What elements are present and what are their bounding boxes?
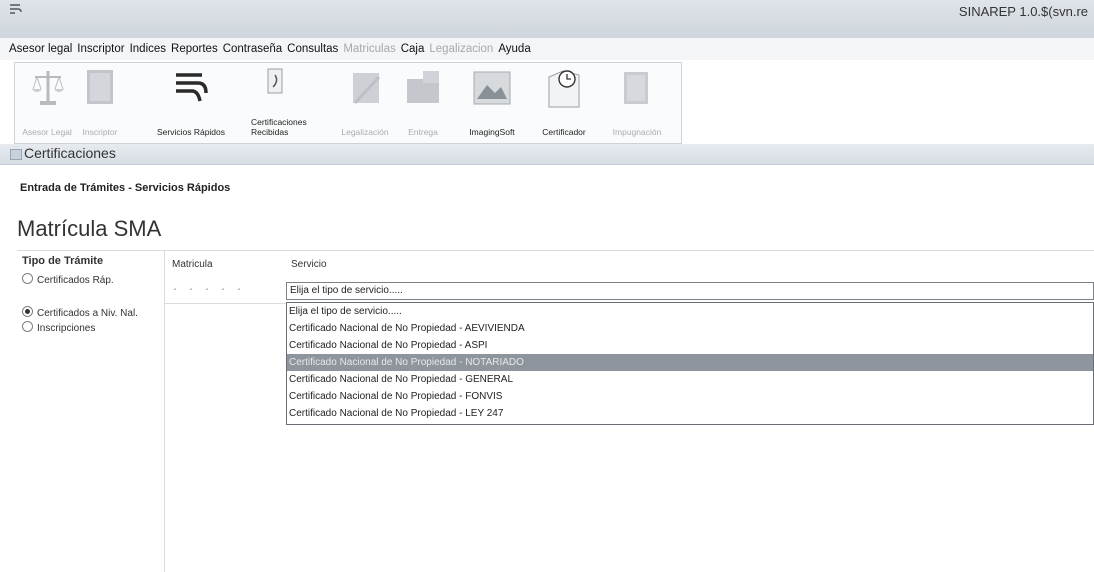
toolbar: Asesor Legal Inscriptor Servicios Rápido… <box>14 62 682 144</box>
toolbar-entrega-button[interactable]: Entrega <box>397 63 449 143</box>
page-title: Matrícula SMA <box>17 216 162 241</box>
menu-indices[interactable]: Indices <box>130 43 166 55</box>
toolbar-legalizacion-button[interactable]: Legalización <box>337 63 393 143</box>
toolbar-certificador-button[interactable]: Certificador <box>531 63 597 143</box>
panel-header: Certificaciones <box>0 144 1094 165</box>
menu-inscriptor[interactable]: Inscriptor <box>77 43 124 55</box>
document-icon <box>267 68 283 94</box>
title-bar: SINAREP 1.0.$(svn.re <box>0 0 1094 38</box>
servicio-select[interactable]: Elija el tipo de servicio..... <box>286 282 1094 300</box>
toolbar-imagingsoft-button[interactable]: ImagingSoft <box>455 63 529 143</box>
menu-consultas[interactable]: Consultas <box>287 43 338 55</box>
radio-label: Certificados Ráp. <box>37 275 114 286</box>
menu-legalizacion[interactable]: Legalizacion <box>429 43 493 55</box>
stamp-icon <box>353 73 381 105</box>
tipo-tramite-title: Tipo de Trámite <box>22 255 104 267</box>
dropdown-option-highlighted[interactable]: Certificado Nacional de No Propiedad - N… <box>287 354 1093 371</box>
column-header-servicio: Servicio <box>291 259 327 270</box>
toolbar-label: Certificador <box>542 127 586 137</box>
toolbar-asesor-legal-button[interactable]: Asesor Legal <box>19 63 75 143</box>
folder-icon <box>624 72 648 104</box>
menu-matriculas[interactable]: Matriculas <box>343 43 395 55</box>
book-icon <box>87 70 113 104</box>
dropdown-option[interactable]: Certificado Nacional de No Propiedad - F… <box>287 388 1093 405</box>
toolbar-certificaciones-recibidas-button[interactable]: Certificaciones Recibidas <box>229 63 329 143</box>
clock-document-icon <box>548 70 580 108</box>
radio-button-selected[interactable] <box>22 306 33 317</box>
menu-contrasena[interactable]: Contraseña <box>223 43 282 55</box>
tipo-tramite-panel: Tipo de Trámite Certificados Ráp. Certif… <box>17 250 165 572</box>
dropdown-option[interactable]: Elija el tipo de servicio..... <box>287 303 1093 320</box>
ri-logo-icon <box>176 73 208 102</box>
toolbar-label: ImagingSoft <box>469 127 515 137</box>
menu-reportes[interactable]: Reportes <box>171 43 218 55</box>
servicio-dropdown-list: Elija el tipo de servicio..... Certifica… <box>286 302 1094 425</box>
row-divider <box>164 303 286 304</box>
matricula-cell[interactable]: . . . . . <box>172 283 244 294</box>
toolbar-servicios-rapidos-button[interactable]: Servicios Rápidos <box>155 63 227 143</box>
column-header-matricula: Matricula <box>172 259 213 270</box>
toolbar-impugnacion-button[interactable]: Impugnación <box>599 63 675 143</box>
radio-certificados-nivel-nacional[interactable]: Certificados a Niv. Nal. <box>22 306 138 319</box>
toolbar-label: Certificaciones Recibidas <box>251 117 307 137</box>
dropdown-option[interactable]: Certificado Nacional de No Propiedad - G… <box>287 371 1093 388</box>
toolbar-label: Asesor Legal <box>22 127 72 137</box>
scales-icon <box>32 71 64 105</box>
toolbar-label: Impugnación <box>612 127 662 137</box>
toolbar-label: Servicios Rápidos <box>156 127 226 137</box>
toolbar-label: Legalización <box>341 127 389 137</box>
window-title: SINAREP 1.0.$(svn.re <box>958 4 1088 19</box>
dropdown-option[interactable]: Certificado Nacional de No Propiedad - L… <box>287 405 1093 422</box>
menu-bar: Asesor legal Inscriptor Indices Reportes… <box>0 38 1094 60</box>
app-logo-icon <box>9 3 23 18</box>
radio-button[interactable] <box>22 321 33 332</box>
toolbar-label: Entrega <box>408 127 438 137</box>
dropdown-option[interactable]: Certificado Nacional de No Propiedad - A… <box>287 337 1093 354</box>
menu-asesor-legal[interactable]: Asesor legal <box>9 43 72 55</box>
radio-inscripciones[interactable]: Inscripciones <box>22 321 95 334</box>
grid-border <box>164 250 1094 251</box>
image-icon <box>473 71 511 105</box>
radio-label: Inscripciones <box>37 323 96 334</box>
panel-icon <box>10 149 22 160</box>
toolbar-label: Inscriptor <box>82 127 118 137</box>
radio-certificados-rapidos[interactable]: Certificados Ráp. <box>22 273 114 286</box>
dropdown-option[interactable]: Certificado Nacional de No Propiedad - A… <box>287 320 1093 337</box>
radio-label: Certificados a Niv. Nal. <box>37 308 138 319</box>
menu-caja[interactable]: Caja <box>401 43 425 55</box>
radio-button[interactable] <box>22 273 33 284</box>
breadcrumb: Entrada de Trámites - Servicios Rápidos <box>20 182 231 194</box>
delivery-icon <box>407 71 439 103</box>
menu-ayuda[interactable]: Ayuda <box>498 43 530 55</box>
toolbar-inscriptor-button[interactable]: Inscriptor <box>77 63 123 143</box>
panel-title: Certificaciones <box>24 145 116 161</box>
